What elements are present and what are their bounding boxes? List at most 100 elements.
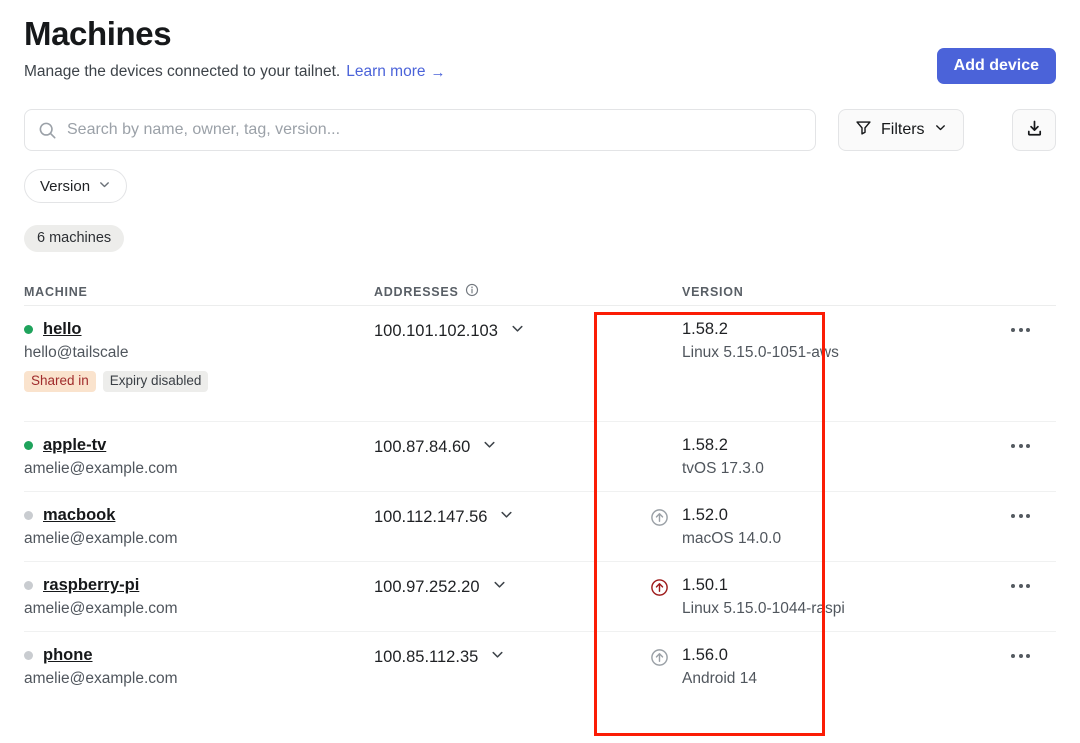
chevron-down-icon[interactable] [492, 577, 507, 597]
address-text: 100.101.102.103 [374, 322, 498, 341]
chevron-down-icon[interactable] [490, 647, 505, 667]
version-cell: 1.58.2 tvOS 17.3.0 [638, 436, 990, 478]
table-row[interactable]: raspberry-pi amelie@example.com100.97.252… [24, 562, 1056, 632]
machines-page: Machines Manage the devices connected to… [0, 0, 1080, 743]
machine-owner: hello@tailscale [24, 344, 374, 362]
search-field[interactable] [24, 109, 816, 151]
chevron-down-icon [934, 121, 947, 139]
chevron-down-icon[interactable] [510, 321, 525, 341]
machine-count-badge: 6 machines [24, 225, 124, 252]
table-row[interactable]: macbookamelie@example.com100.112.147.561… [24, 492, 1056, 562]
row-actions-cell [990, 320, 1056, 336]
learn-more-link[interactable]: Learn more → [346, 61, 445, 83]
update-critical-icon[interactable] [650, 578, 669, 602]
ellipsis-icon[interactable] [1007, 510, 1034, 522]
version-number: 1.56.0 [682, 646, 990, 665]
status-dot-offline [24, 511, 33, 520]
add-device-button[interactable]: Add device [937, 48, 1056, 84]
filter-pill-row: Version [24, 169, 1056, 203]
page-subtitle: Manage the devices connected to your tai… [24, 61, 1056, 83]
machine-name-link[interactable]: raspberry-pi [43, 576, 139, 595]
machines-table: MACHINE ADDRESSES VERSION hello hello@tai… [24, 278, 1056, 702]
machine-name-link[interactable]: macbook [43, 506, 115, 525]
badge-expiry: Expiry disabled [103, 371, 209, 392]
machine-count-row: 6 machines [24, 225, 1056, 252]
column-header-machine: MACHINE [24, 285, 374, 299]
info-icon[interactable] [465, 283, 479, 300]
row-actions-cell [990, 506, 1056, 522]
address-text: 100.85.112.35 [374, 648, 478, 667]
table-body: hello hello@tailscale Shared in Expiry disa… [24, 306, 1056, 702]
chevron-down-icon[interactable] [499, 507, 514, 527]
machine-name-line: raspberry-pi [24, 576, 374, 595]
filters-label: Filters [881, 121, 925, 139]
address-cell[interactable]: 100.101.102.103 [374, 320, 638, 341]
version-number: 1.50.1 [682, 576, 990, 595]
machine-owner: amelie@example.com [24, 530, 374, 548]
machine-name-link[interactable]: apple-tv [43, 436, 106, 455]
machine-cell: macbook amelie@example.com [24, 506, 374, 548]
address-text: 100.87.84.60 [374, 438, 470, 457]
version-cell: 1.50.1Linux 5.15.0-1044-raspi [638, 576, 990, 618]
machine-cell: apple-tv amelie@example.com [24, 436, 374, 478]
address-text: 100.97.252.20 [374, 578, 480, 597]
machine-cell: hello hello@tailscale Shared in Expiry disa… [24, 320, 374, 392]
ellipsis-icon[interactable] [1007, 324, 1034, 336]
address-cell[interactable]: 100.97.252.20 [374, 576, 638, 597]
machine-cell: raspberry-pi amelie@example.com [24, 576, 374, 618]
badge-shared: Shared in [24, 371, 96, 392]
address-text: 100.112.147.56 [374, 508, 487, 527]
column-header-version: VERSION [638, 285, 990, 299]
ellipsis-icon[interactable] [1007, 580, 1034, 592]
version-os: Android 14 [682, 670, 990, 688]
machine-cell: phone amelie@example.com [24, 646, 374, 688]
update-available-icon[interactable] [650, 648, 669, 672]
page-title: Machines [24, 0, 1056, 56]
table-row[interactable]: phone amelie@example.com100.85.112.35 1.56… [24, 632, 1056, 702]
status-dot-offline [24, 581, 33, 590]
row-actions-cell [990, 576, 1056, 592]
version-number: 1.58.2 [682, 320, 990, 339]
search-input[interactable] [67, 121, 802, 139]
machine-name-link[interactable]: hello [43, 320, 82, 339]
version-os: macOS 14.0.0 [682, 530, 990, 548]
address-cell[interactable]: 100.87.84.60 [374, 436, 638, 457]
funnel-icon [855, 119, 872, 141]
column-header-addresses: ADDRESSES [374, 283, 638, 300]
ellipsis-icon[interactable] [1007, 440, 1034, 452]
machine-owner: amelie@example.com [24, 600, 374, 618]
version-os: tvOS 17.3.0 [682, 460, 990, 478]
subtitle-text: Manage the devices connected to your tai… [24, 61, 340, 83]
status-dot-offline [24, 651, 33, 660]
version-number: 1.58.2 [682, 436, 990, 455]
status-dot-online [24, 441, 33, 450]
version-filter-label: Version [40, 178, 90, 195]
machine-name-link[interactable]: phone [43, 646, 93, 665]
filters-button[interactable]: Filters [838, 109, 964, 151]
chevron-down-icon [98, 178, 111, 195]
machine-owner: amelie@example.com [24, 670, 374, 688]
search-icon [38, 121, 57, 140]
machine-owner: amelie@example.com [24, 460, 374, 478]
learn-more-label: Learn more [346, 61, 425, 83]
table-row[interactable]: apple-tv amelie@example.com100.87.84.60 1.… [24, 422, 1056, 492]
address-cell[interactable]: 100.85.112.35 [374, 646, 638, 667]
machine-name-line: phone [24, 646, 374, 665]
address-cell[interactable]: 100.112.147.56 [374, 506, 638, 527]
machine-name-line: hello [24, 320, 374, 339]
table-header-row: MACHINE ADDRESSES VERSION [24, 278, 1056, 306]
export-button[interactable] [1012, 109, 1056, 151]
version-cell: 1.58.2Linux 5.15.0-1051-aws [638, 320, 990, 362]
version-cell: 1.56.0 Android 14 [638, 646, 990, 688]
status-dot-online [24, 325, 33, 334]
machine-name-line: macbook [24, 506, 374, 525]
arrow-right-icon: → [431, 65, 446, 80]
table-row[interactable]: hello hello@tailscale Shared in Expiry disa… [24, 306, 1056, 422]
ellipsis-icon[interactable] [1007, 650, 1034, 662]
update-available-icon[interactable] [650, 508, 669, 532]
machine-name-line: apple-tv [24, 436, 374, 455]
version-filter-pill[interactable]: Version [24, 169, 127, 203]
column-header-addresses-label: ADDRESSES [374, 285, 459, 299]
download-icon [1025, 119, 1044, 141]
chevron-down-icon[interactable] [482, 437, 497, 457]
